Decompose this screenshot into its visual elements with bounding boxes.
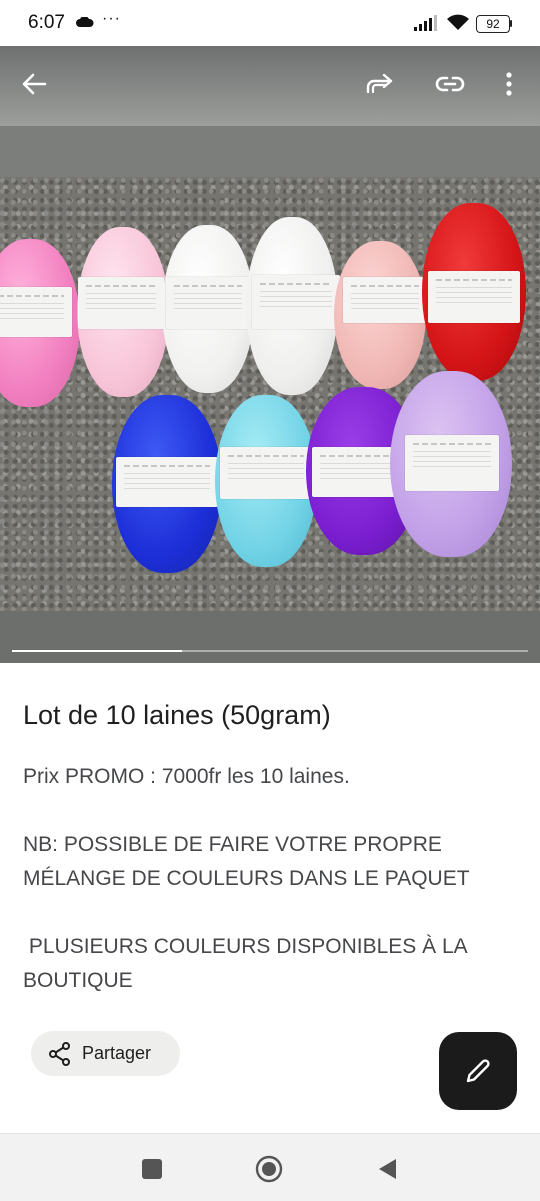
- copy-link-button[interactable]: [432, 66, 468, 102]
- description-line: PLUSIEURS COULEURS DISPONIBLES À LA: [23, 935, 468, 958]
- product-photo: [0, 177, 540, 611]
- home-button[interactable]: [254, 1154, 284, 1184]
- edit-button[interactable]: [439, 1032, 517, 1110]
- yarn-label: [405, 435, 499, 491]
- pencil-icon: [466, 1059, 490, 1083]
- media-progress-fill: [12, 650, 183, 652]
- status-more-icon: ···: [102, 10, 121, 27]
- recents-button[interactable]: [137, 1154, 167, 1184]
- share-button[interactable]: Partager: [31, 1031, 180, 1076]
- media-footer: [0, 611, 540, 663]
- yarn-label: [428, 271, 520, 323]
- more-vert-icon: [506, 72, 512, 96]
- cloud-icon: [76, 17, 94, 27]
- arrow-left-icon: [22, 73, 47, 95]
- more-options-button[interactable]: [491, 66, 527, 102]
- forward-button[interactable]: [362, 66, 398, 102]
- link-icon: [435, 76, 465, 92]
- yarn-label: [343, 277, 427, 323]
- battery-tip: [510, 20, 512, 27]
- post-description: Prix PROMO : 7000fr les 10 laines. NB: PO…: [23, 760, 523, 998]
- description-line: BOUTIQUE: [23, 969, 133, 992]
- yarn-label: [166, 277, 250, 329]
- circle-home-icon: [255, 1155, 283, 1183]
- media-viewer[interactable]: [0, 46, 540, 663]
- description-line: MÉLANGE DE COULEURS DANS LE PAQUET: [23, 867, 470, 890]
- description-spacer: [23, 896, 523, 930]
- yarn-label: [252, 275, 340, 329]
- square-icon: [142, 1159, 162, 1179]
- forward-icon: [366, 73, 393, 94]
- post-title: Lot de 10 laines (50gram): [23, 700, 331, 730]
- status-bar: 6:07 ··· 92: [0, 0, 540, 46]
- description-line: NB: POSSIBLE DE FAIRE VOTRE PROPRE: [23, 833, 442, 856]
- yarn-label: [220, 447, 312, 499]
- share-button-label: Partager: [82, 1043, 152, 1063]
- back-button[interactable]: [16, 66, 52, 102]
- system-nav-bar: [0, 1133, 540, 1201]
- wifi-icon: [447, 14, 469, 30]
- yarn-label: [0, 287, 72, 337]
- back-nav-button[interactable]: [372, 1154, 402, 1184]
- signal-icon: [414, 15, 437, 31]
- status-time: 6:07: [28, 12, 65, 33]
- media-progress-track: [12, 650, 528, 652]
- battery-indicator: 92: [476, 15, 510, 33]
- yarn-label: [78, 277, 164, 329]
- description-spacer: [23, 794, 523, 828]
- yarn-label: [116, 457, 218, 507]
- share-icon: [49, 1042, 70, 1066]
- description-line: Prix PROMO : 7000fr les 10 laines.: [23, 765, 350, 788]
- triangle-back-icon: [379, 1159, 396, 1179]
